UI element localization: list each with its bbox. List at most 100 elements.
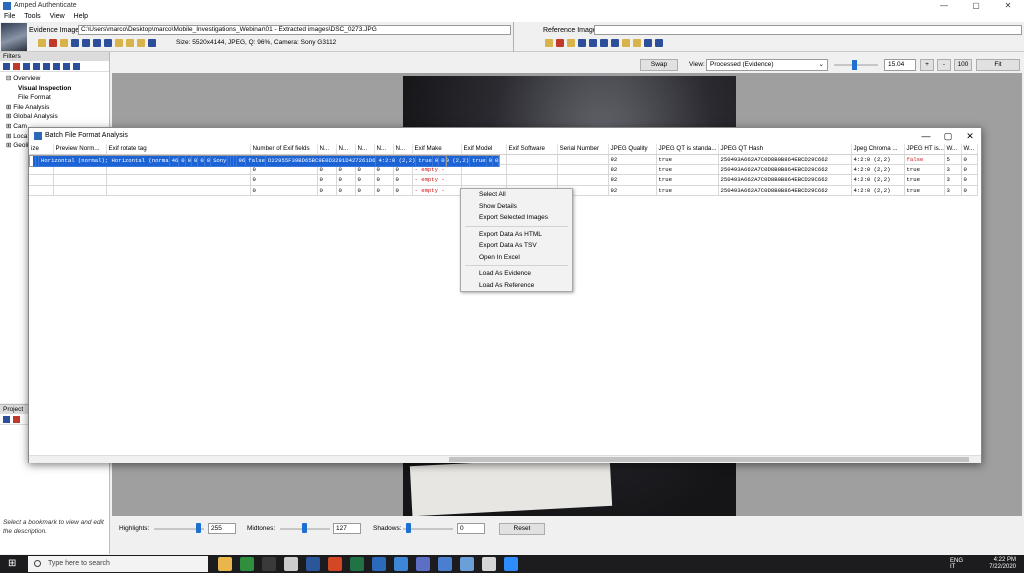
table-cell[interactable]: 0 (185, 155, 193, 167)
menu-tools[interactable]: Tools (24, 12, 40, 22)
table-cell[interactable]: 3 (944, 185, 962, 196)
table-cell[interactable]: 0 (317, 185, 337, 196)
windows-start-icon[interactable]: ⊞ (8, 559, 18, 569)
table-cell[interactable]: 0 (961, 154, 978, 166)
table-cell[interactable]: 0 (374, 185, 394, 196)
amped-dvrconv-icon[interactable] (438, 557, 452, 571)
ref-save-icon[interactable] (633, 39, 641, 47)
table-cell[interactable]: 0 (204, 155, 212, 167)
ref-first-image-icon[interactable] (578, 39, 586, 47)
context-menu-item[interactable]: Export Data As HTML (461, 229, 572, 241)
file-explorer-icon[interactable] (218, 557, 232, 571)
table-row[interactable]: Horizontal (normal); Horizontal (norma46… (29, 154, 447, 167)
filter-tree-item[interactable]: ⊞ Global Analysis (0, 112, 109, 122)
save-icon[interactable] (126, 39, 134, 47)
zoom-slider-knob[interactable] (852, 60, 857, 70)
close-button[interactable]: ✕ (992, 0, 1024, 12)
context-menu-item[interactable]: Export Selected Images (461, 212, 572, 224)
copy-icon[interactable] (23, 63, 30, 70)
table-cell[interactable]: 0 (317, 174, 337, 186)
table-cell[interactable]: true (656, 174, 719, 186)
ref-last-image-icon[interactable] (611, 39, 619, 47)
previous-image-icon[interactable] (82, 39, 90, 47)
system-clock[interactable]: 4:22 PM 7/22/2020 (989, 557, 1016, 571)
table-cell[interactable]: 4:2:0 (2,2) (851, 185, 905, 196)
amped-replay-icon[interactable] (416, 557, 430, 571)
table-cell[interactable] (557, 164, 609, 176)
fit-button[interactable]: Fit (976, 59, 1020, 71)
table-cell[interactable]: 0 (393, 174, 413, 186)
table-cell[interactable]: true (904, 174, 945, 186)
filter-tree-item[interactable]: Visual Inspection (0, 84, 109, 94)
reset-button[interactable]: Reset (499, 523, 545, 535)
table-cell[interactable]: 92 (608, 154, 657, 166)
open-icon[interactable] (63, 63, 70, 70)
table-cell[interactable]: Horizontal (normal); Horizontal (norma (38, 155, 170, 167)
table-cell[interactable] (106, 174, 251, 186)
table-cell[interactable] (53, 174, 107, 186)
table-cell[interactable] (106, 185, 251, 196)
view-select[interactable]: Processed (Evidence) ⌄ (706, 59, 828, 71)
zoom-in-button[interactable]: + (920, 59, 934, 71)
column-header[interactable]: N... (355, 144, 375, 155)
first-image-icon[interactable] (71, 39, 79, 47)
table-cell[interactable]: 92 (608, 185, 657, 196)
dialog-minimize-button[interactable]: — (915, 128, 937, 144)
terminal-icon[interactable] (262, 557, 276, 571)
menu-file[interactable]: File (4, 12, 15, 22)
open-folder-icon[interactable] (38, 39, 46, 47)
table-cell[interactable]: - empty - (412, 185, 462, 196)
ref-settings-icon[interactable] (655, 39, 663, 47)
table-cell[interactable] (29, 174, 54, 186)
delete-icon[interactable] (13, 63, 20, 70)
table-cell[interactable]: 250493A662A7C0D8B0B864EBCD29C662 (718, 164, 852, 176)
ref-open-folder-icon[interactable] (545, 39, 553, 47)
table-cell[interactable]: D22955F39BD65BC9E0D3291D427261D6 (265, 155, 377, 167)
midtones-knob[interactable] (302, 523, 307, 533)
column-header[interactable]: Serial Number (557, 144, 609, 155)
table-cell[interactable]: 4:2:0 (2,2) (851, 154, 905, 166)
table-cell[interactable]: 0 (191, 155, 199, 167)
table-cell[interactable]: 92 (608, 174, 657, 186)
table-cell[interactable]: 4:2:0 (2,2) (851, 164, 905, 176)
new-icon[interactable] (3, 63, 10, 70)
column-header[interactable]: Exif Model (461, 144, 507, 155)
scrollbar-thumb[interactable] (449, 457, 969, 462)
table-cell[interactable]: 250493A662A7C0D8B0B864EBCD29C662 (718, 154, 852, 166)
table-cell[interactable]: - empty - (412, 174, 462, 186)
menu-view[interactable]: View (50, 12, 65, 22)
column-header[interactable]: Exif rotate tag (106, 144, 251, 155)
column-header[interactable]: JPEG Quality (608, 144, 657, 155)
zoom-input[interactable]: 15.04 (884, 59, 916, 71)
table-cell[interactable]: 3 (944, 164, 962, 176)
midtones-input[interactable]: 127 (333, 523, 361, 534)
column-header[interactable]: Exif Make (412, 144, 462, 155)
table-cell[interactable]: 3 (944, 174, 962, 186)
open-file-icon[interactable] (60, 39, 68, 47)
bookmark-icon[interactable] (3, 416, 10, 423)
table-cell[interactable]: false (245, 155, 267, 167)
horizontal-scrollbar[interactable] (29, 455, 981, 463)
table-cell[interactable]: 0 (438, 155, 446, 167)
table-cell[interactable]: 0 (486, 155, 493, 167)
table-cell[interactable]: true (469, 155, 487, 167)
column-header[interactable]: Jpeg Chroma ... (851, 144, 905, 155)
ref-open-file-icon[interactable] (567, 39, 575, 47)
notes-icon[interactable] (482, 557, 496, 571)
table-cell[interactable]: 46 (169, 155, 180, 167)
chrome-icon[interactable] (240, 557, 254, 571)
refresh-icon[interactable] (73, 63, 80, 70)
minimize-button[interactable]: — (928, 0, 960, 12)
zoom-out-button[interactable]: - (937, 59, 951, 71)
table-cell[interactable]: 0 (374, 174, 394, 186)
table-cell[interactable]: Sony (210, 155, 228, 167)
table-cell[interactable]: 0 (961, 164, 978, 176)
column-header[interactable]: N... (336, 144, 356, 155)
folder-icon[interactable] (115, 39, 123, 47)
table-cell[interactable]: 96 (236, 155, 247, 167)
column-header[interactable]: N... (393, 144, 413, 155)
ref-previous-image-icon[interactable] (589, 39, 597, 47)
ref-refresh-icon[interactable] (644, 39, 652, 47)
table-cell[interactable]: false (904, 154, 945, 166)
last-image-icon[interactable] (104, 39, 112, 47)
